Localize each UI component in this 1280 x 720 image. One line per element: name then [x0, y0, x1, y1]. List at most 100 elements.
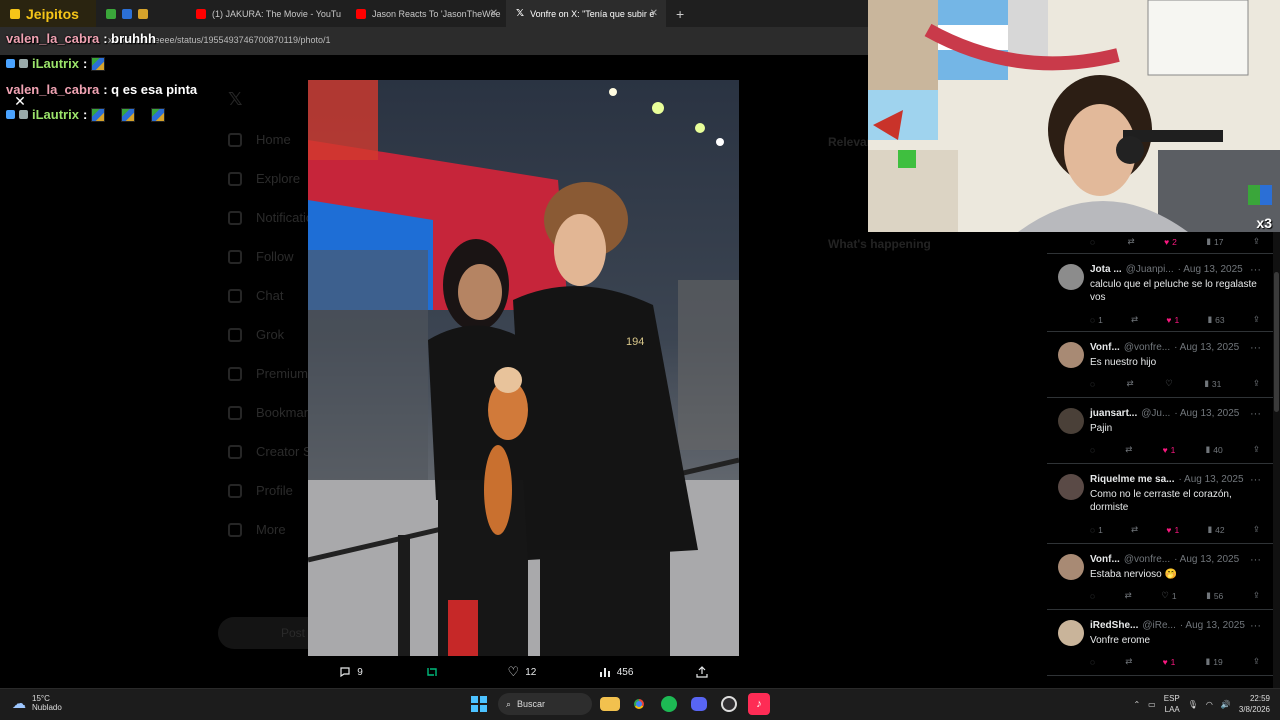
repost-action[interactable]: ⇄ [1127, 378, 1134, 389]
like-action[interactable]: ♥ 1 [1163, 444, 1176, 455]
like-action[interactable]: ♡ 12 [508, 664, 537, 680]
share-action[interactable]: ⇪ [1253, 524, 1260, 535]
reply-action[interactable]: ◌ [1090, 236, 1098, 247]
reply-item[interactable]: Vonf... @vonfre... · Aug 13, 2025 ··· Es… [1047, 544, 1273, 610]
reply-item[interactable]: juansart... @Ju... · Aug 13, 2025 ··· Pa… [1047, 398, 1273, 464]
like-action[interactable]: ♡ [1165, 378, 1173, 389]
clock[interactable]: 22:59 3/8/2026 [1239, 693, 1270, 715]
weather-widget[interactable]: ☁ 15°C Nublado [12, 694, 62, 712]
repost-action[interactable]: ⇄ [1131, 524, 1138, 535]
network-icon[interactable]: ▭ [1148, 700, 1156, 709]
volume-icon[interactable]: 🔊 [1221, 700, 1231, 709]
reply-item[interactable]: Riquelme me sa... · Aug 13, 2025 ··· Com… [1047, 464, 1273, 544]
repost-action[interactable]: ⇄ [1131, 314, 1138, 325]
avatar[interactable] [1058, 554, 1084, 580]
more-options-icon[interactable]: ··· [1250, 620, 1261, 632]
more-options-icon[interactable]: ··· [1250, 408, 1261, 420]
profile-icon [228, 483, 242, 498]
tab-jeipitos[interactable]: Jeipitos [0, 0, 96, 27]
chevron-up-icon[interactable]: ⌃ [1133, 700, 1140, 709]
share-action[interactable] [696, 666, 708, 678]
reply-action[interactable]: ◌ [1090, 590, 1095, 601]
more-options-icon[interactable]: ··· [1250, 554, 1261, 566]
avatar[interactable] [1058, 342, 1084, 368]
discord-icon[interactable] [688, 693, 710, 715]
like-action[interactable]: ♥ 1 [1166, 314, 1179, 325]
like-action[interactable]: ♥ 2 [1164, 236, 1177, 247]
repost-action[interactable]: ⇄ [1125, 590, 1132, 601]
file-explorer-icon[interactable] [600, 697, 620, 711]
nav-premium[interactable]: Premium [228, 366, 308, 381]
avatar[interactable] [1058, 474, 1084, 500]
share-action[interactable]: ⇪ [1253, 590, 1260, 601]
repost-icon: ⇄ [1131, 524, 1139, 534]
spotify-icon[interactable] [658, 693, 680, 715]
reply-action[interactable]: ◌ 1 [1090, 524, 1103, 535]
share-icon: ⇪ [1252, 444, 1260, 454]
reply-item[interactable]: ◌ ⇄ ♥ 2 ▮ 17 ⇪ [1047, 232, 1273, 254]
repost-action[interactable]: ⇄ [1125, 444, 1132, 455]
reply-item[interactable]: iRedShe... @iRe... · Aug 13, 2025 ··· Vo… [1047, 610, 1273, 676]
avatar[interactable] [1058, 408, 1084, 434]
reply-action[interactable]: 9 [339, 666, 363, 678]
obs-icon[interactable] [718, 693, 740, 715]
tiktok-icon[interactable]: ♪ [748, 693, 770, 715]
reply-action[interactable]: ◌ [1090, 656, 1095, 667]
views-action[interactable]: 456 [599, 666, 633, 678]
like-action[interactable]: ♡ 1 [1161, 590, 1176, 601]
repost-action[interactable]: ⇄ [1125, 656, 1132, 667]
reply-item[interactable]: Jota ... @Juanpi... · Aug 13, 2025 ··· c… [1047, 254, 1273, 332]
views-action[interactable]: ▮ 63 [1207, 314, 1224, 325]
share-action[interactable]: ⇪ [1253, 378, 1260, 389]
reply-action[interactable]: ◌ [1090, 378, 1095, 389]
tab-jakura-movie[interactable]: (1) JAKURA: The Movie - YouTu [186, 0, 346, 27]
reply-item[interactable]: Vonf... @vonfre... · Aug 13, 2025 ··· Es… [1047, 332, 1273, 398]
share-action[interactable]: ⇪ [1253, 444, 1260, 455]
views-action[interactable]: ▮ 19 [1206, 656, 1223, 667]
reply-action[interactable]: ◌ 1 [1090, 314, 1103, 325]
like-action[interactable]: ♥ 1 [1163, 656, 1176, 667]
close-tab-icon[interactable]: ✕ [650, 8, 658, 19]
nav-explore[interactable]: Explore [228, 171, 300, 186]
views-action[interactable]: ▮ 56 [1206, 590, 1223, 601]
avatar[interactable] [1058, 620, 1084, 646]
close-tab-icon[interactable]: ✕ [490, 8, 498, 19]
replies-scrollbar[interactable] [1273, 232, 1280, 688]
repost-action[interactable]: ⇄ [1128, 236, 1135, 247]
like-action[interactable]: ♥ 1 [1166, 524, 1179, 535]
views-action[interactable]: ▮ 40 [1206, 444, 1223, 455]
share-icon: ⇪ [1252, 656, 1260, 666]
share-action[interactable]: ⇪ [1253, 236, 1260, 247]
wifi-icon[interactable]: ◠ [1206, 700, 1213, 709]
reply-action[interactable]: ◌ [1090, 444, 1095, 455]
nav-follow[interactable]: Follow [228, 249, 294, 264]
avatar[interactable] [1058, 264, 1084, 290]
scrollbar-thumb[interactable] [1274, 272, 1279, 412]
views-action[interactable]: ▮ 17 [1206, 236, 1223, 247]
tab-jason-reacts[interactable]: Jason Reacts To 'JasonTheWee ✕ [346, 0, 506, 27]
input-language[interactable]: ESP LAA [1164, 693, 1180, 715]
share-action[interactable]: ⇪ [1253, 314, 1260, 325]
nav-grok[interactable]: Grok [228, 327, 284, 342]
taskbar-search[interactable]: ⌕ Buscar [498, 693, 592, 715]
more-options-icon[interactable]: ··· [1250, 342, 1261, 354]
microphone-icon[interactable]: 🎙 [1188, 700, 1198, 709]
windows-start-icon[interactable] [468, 693, 490, 715]
chrome-icon[interactable] [628, 693, 650, 715]
nav-chat[interactable]: Chat [228, 288, 283, 303]
nav-home[interactable]: Home [228, 132, 291, 147]
nav-more[interactable]: More [228, 522, 286, 537]
views-action[interactable]: ▮ 42 [1207, 524, 1224, 535]
emote-icon [91, 107, 106, 122]
tab-vonfre-x[interactable]: 𝕏 Vonfre on X: "Tenía que subir e ✕ [506, 0, 666, 27]
repost-action[interactable] [425, 666, 445, 678]
more-options-icon[interactable]: ··· [1250, 474, 1261, 486]
new-tab-button[interactable]: + [666, 0, 694, 27]
tab-shorts-group[interactable] [96, 0, 186, 27]
share-action[interactable]: ⇪ [1253, 656, 1260, 667]
more-options-icon[interactable]: ··· [1250, 264, 1261, 276]
chat-username: iLautrix [32, 56, 79, 71]
views-action[interactable]: ▮ 31 [1204, 378, 1221, 389]
nav-profile[interactable]: Profile [228, 483, 293, 498]
reply-text: Como no le cerraste el corazón, dormiste [1090, 489, 1232, 513]
